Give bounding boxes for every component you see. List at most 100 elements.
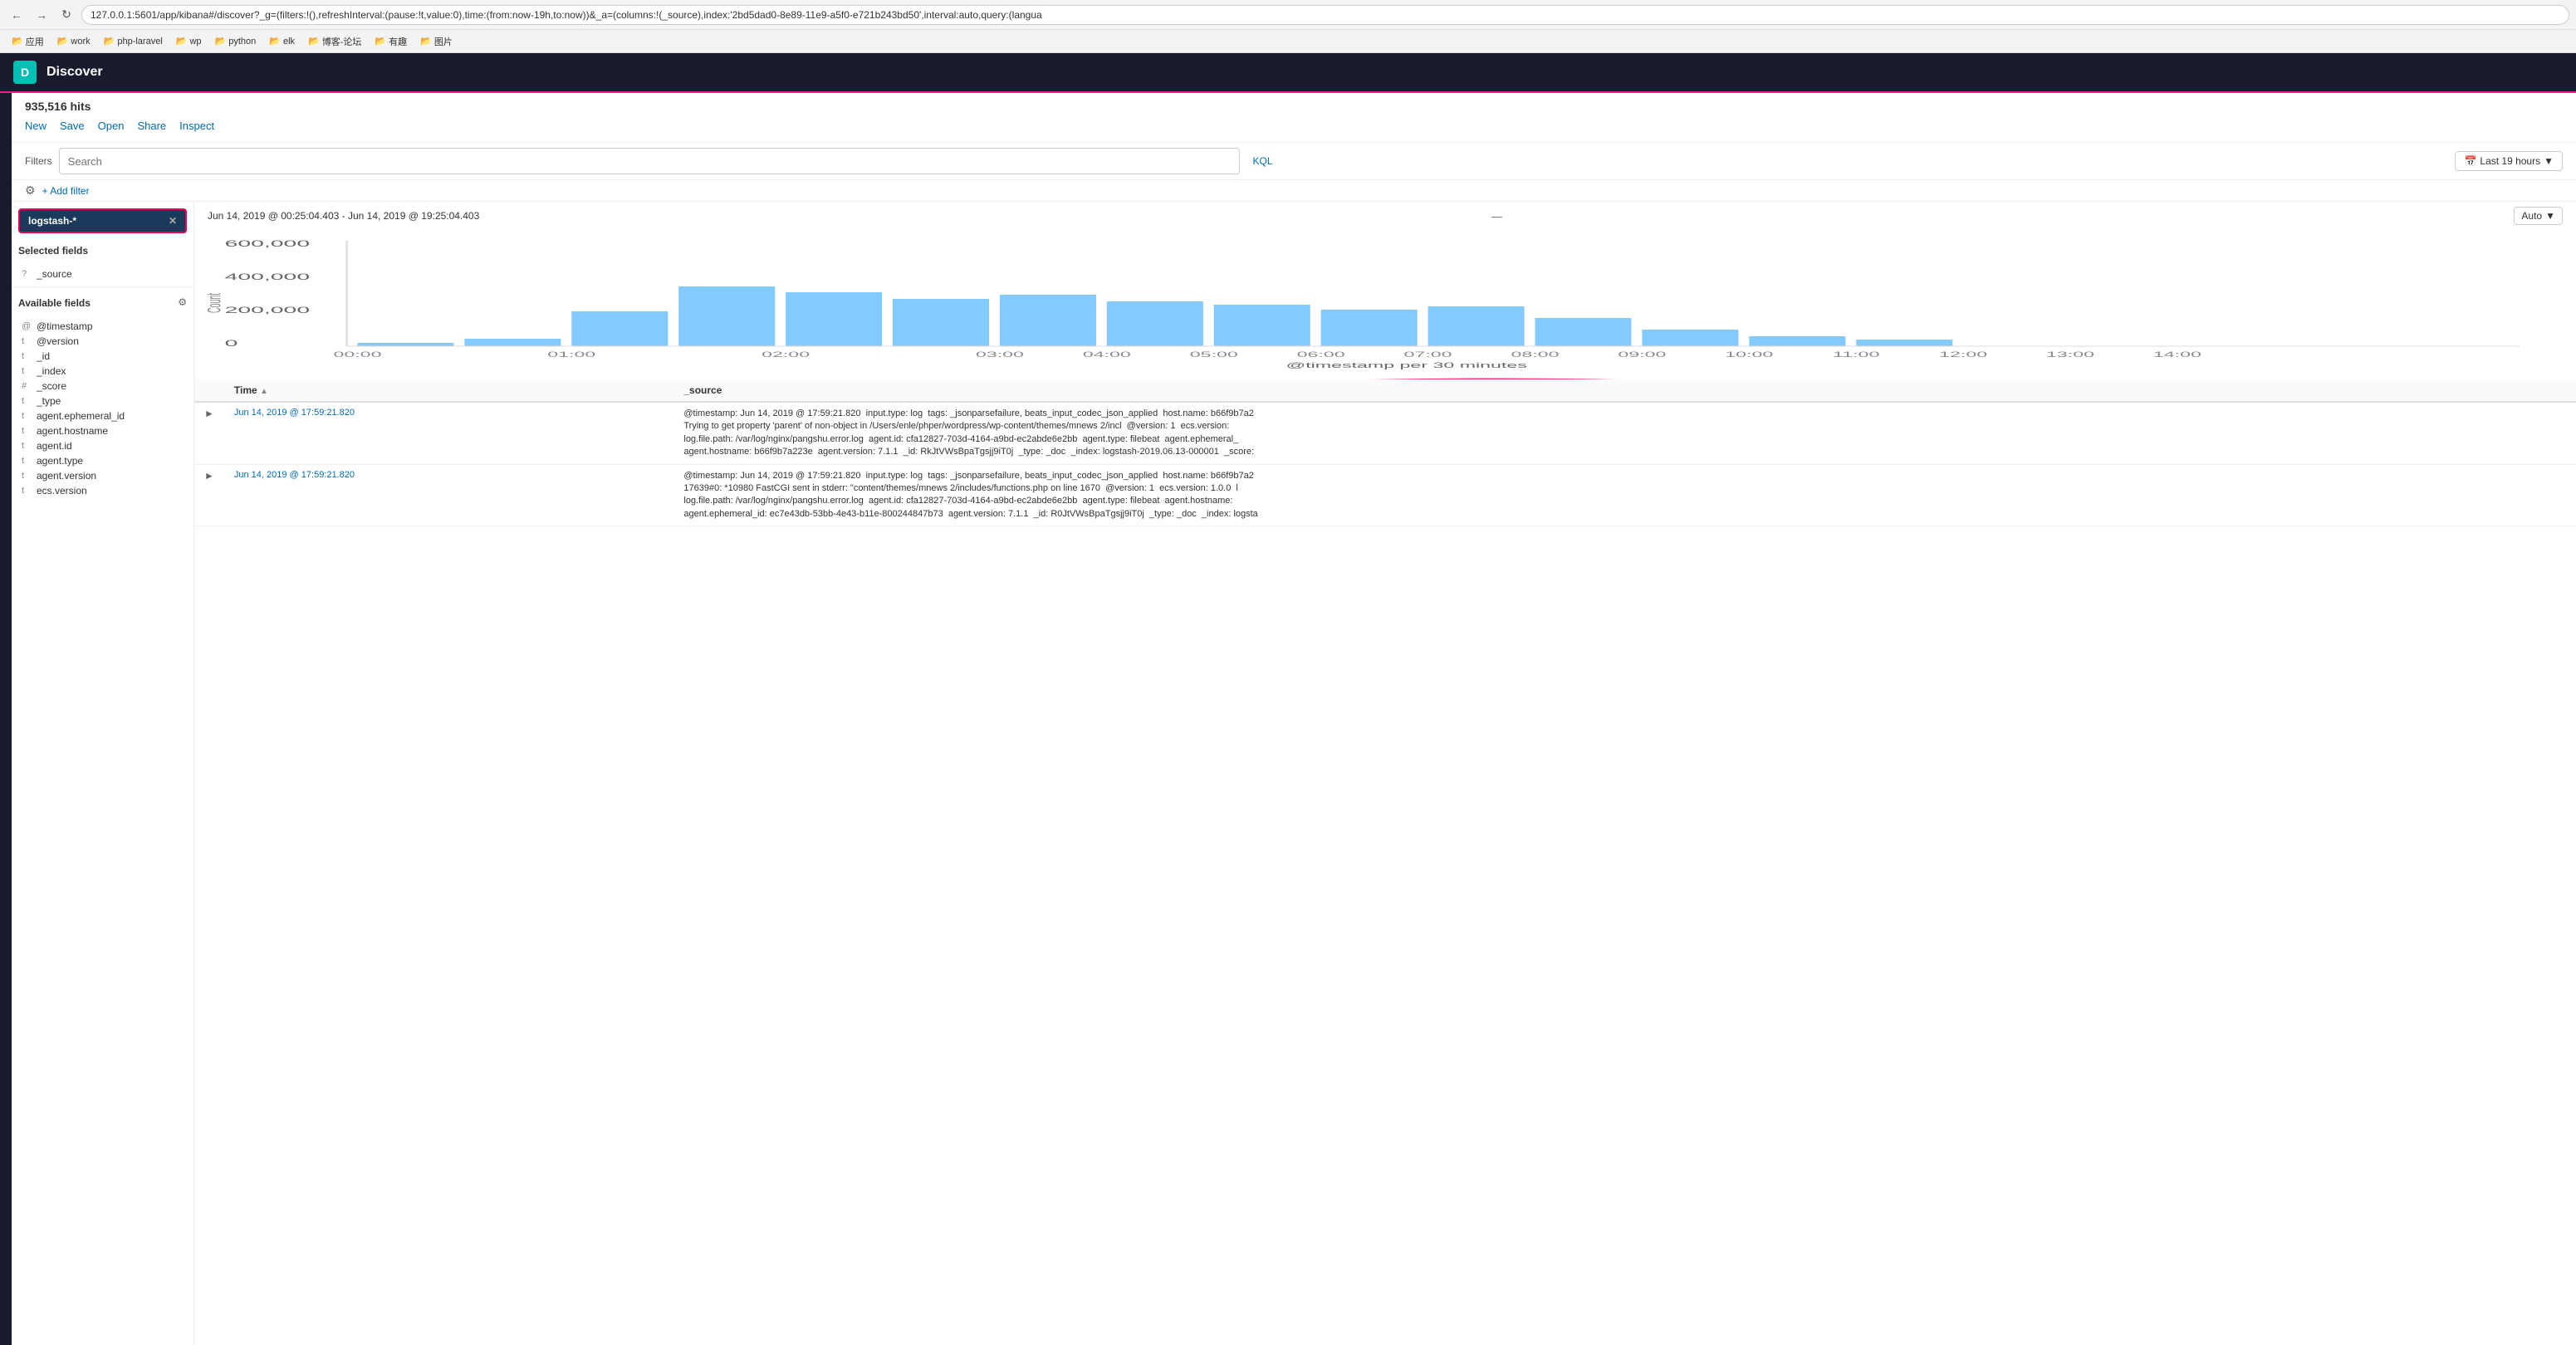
browser-nav-bar: ← → ↻ — [0, 0, 2576, 30]
url-bar[interactable] — [81, 5, 2569, 25]
filter-bar: Filters KQL 📅 Last 19 hours ▼ — [12, 143, 2576, 180]
bookmark-blog[interactable]: 📂博客-论坛 — [303, 33, 366, 50]
top-bar: 935,516 hits New Save Open Share Inspect — [12, 93, 2576, 143]
bookmark-fun[interactable]: 📂有趣 — [370, 33, 412, 50]
bookmark-elk[interactable]: 📂elk — [264, 34, 300, 48]
time-cell[interactable]: Jun 14, 2019 @ 17:59:21.820 — [224, 402, 673, 464]
sidebar: logstash-* ✕ Selected fields ? _source — [12, 202, 194, 1345]
available-fields-title: Available fields — [18, 297, 91, 309]
reload-button[interactable]: ↻ — [56, 5, 76, 25]
svg-text:06:00: 06:00 — [1297, 350, 1345, 359]
app-container: D Discover 935,516 hits New Save Open Sh… — [0, 53, 2576, 1345]
svg-text:08:00: 08:00 — [1511, 350, 1559, 359]
results-table: Time ▲ _source ► Jun 14, 2019 @ 17:59:21… — [194, 379, 2576, 1345]
left-nav — [0, 93, 12, 1345]
back-button[interactable]: ← — [7, 5, 27, 25]
bookmark-php[interactable]: 📂php-laravel — [99, 34, 168, 48]
svg-text:Count: Count — [208, 293, 225, 313]
browser-chrome: ← → ↻ 📂应用 📂work 📂php-laravel 📂wp 📂python… — [0, 0, 2576, 53]
search-input[interactable] — [59, 148, 1240, 174]
bookmark-python[interactable]: 📂python — [210, 34, 262, 48]
chart-container: 600,000 400,000 200,000 0 Count — [194, 230, 2576, 379]
field-name-label: _source — [37, 268, 184, 280]
date-range-label: Last 19 hours — [2480, 155, 2540, 167]
settings-row: ⚙ + Add filter — [12, 180, 2576, 202]
interval-select[interactable]: Auto ▼ — [2514, 207, 2563, 225]
inspect-button[interactable]: Inspect — [179, 120, 214, 132]
available-fields-section: @ @timestamp t @version t _id t — [12, 315, 193, 501]
svg-text:@timestamp per 30 minutes: @timestamp per 30 minutes — [1286, 361, 1527, 369]
kql-button[interactable]: KQL — [1246, 152, 1280, 170]
open-button[interactable]: Open — [98, 120, 125, 132]
field-agent-type[interactable]: t agent.type — [18, 453, 187, 468]
svg-text:600,000: 600,000 — [225, 238, 311, 248]
source-column-header[interactable]: _source — [673, 379, 2576, 402]
main-content: 935,516 hits New Save Open Share Inspect… — [12, 93, 2576, 1345]
available-fields-header: Available fields ⚙ — [12, 289, 193, 315]
field-agent-id[interactable]: t agent.id — [18, 438, 187, 453]
field-agent-version[interactable]: t agent.version — [18, 468, 187, 483]
bookmark-wp[interactable]: 📂wp — [171, 34, 207, 48]
app-header: D Discover — [0, 53, 2576, 93]
bookmark-apps[interactable]: 📂应用 — [7, 33, 49, 50]
svg-text:07:00: 07:00 — [1404, 350, 1452, 359]
svg-text:00:00: 00:00 — [333, 350, 381, 359]
index-pattern-clear-icon[interactable]: ✕ — [169, 215, 177, 227]
svg-text:03:00: 03:00 — [976, 350, 1024, 359]
row-expand-button-2[interactable]: ► — [204, 470, 214, 482]
field-type[interactable]: t _type — [18, 394, 187, 408]
selected-fields-section: ? _source — [12, 263, 193, 285]
field-version[interactable]: t @version — [18, 334, 187, 349]
svg-text:02:00: 02:00 — [762, 350, 810, 359]
svg-text:04:00: 04:00 — [1083, 350, 1131, 359]
field-id[interactable]: t _id — [18, 349, 187, 364]
source-text-2: @timestamp: Jun 14, 2019 @ 17:59:21.820 … — [683, 471, 1253, 481]
source-text-2b: 17639#0: *10980 FastCGI sent in stderr: … — [683, 483, 1238, 493]
table-row: ► Jun 14, 2019 @ 17:59:21.820 @timestamp… — [194, 402, 2576, 464]
table-body: ► Jun 14, 2019 @ 17:59:21.820 @timestamp… — [194, 402, 2576, 526]
new-button[interactable]: New — [25, 120, 47, 132]
chart-header: Jun 14, 2019 @ 00:25:04.403 - Jun 14, 20… — [194, 202, 2576, 230]
row-expand-button[interactable]: ► — [204, 408, 214, 419]
bookmarks-bar: 📂应用 📂work 📂php-laravel 📂wp 📂python 📂elk … — [0, 30, 2576, 53]
action-bar: New Save Open Share Inspect — [25, 120, 2563, 132]
field-timestamp[interactable]: @ @timestamp — [18, 319, 187, 334]
workspace: logstash-* ✕ Selected fields ? _source — [12, 202, 2576, 1345]
bookmark-pics[interactable]: 📂图片 — [415, 33, 458, 50]
source-cell-2: @timestamp: Jun 14, 2019 @ 17:59:21.820 … — [673, 464, 2576, 526]
field-ecs-version[interactable]: t ecs.version — [18, 483, 187, 498]
svg-text:400,000: 400,000 — [225, 271, 311, 281]
field-agent-hostname[interactable]: t agent.hostname — [18, 423, 187, 438]
add-filter-button[interactable]: + Add filter — [42, 185, 90, 197]
chevron-down-icon: ▼ — [2544, 155, 2554, 167]
svg-text:12:00: 12:00 — [1939, 350, 1987, 359]
field-score[interactable]: # _score — [18, 379, 187, 394]
time-column-header[interactable]: Time ▲ — [224, 379, 673, 402]
data-table: Time ▲ _source ► Jun 14, 2019 @ 17:59:21… — [194, 379, 2576, 526]
forward-button[interactable]: → — [32, 5, 51, 25]
svg-text:14:00: 14:00 — [2153, 350, 2201, 359]
table-row: ► Jun 14, 2019 @ 17:59:21.820 @timestamp… — [194, 464, 2576, 526]
interval-chevron-icon: ▼ — [2545, 210, 2555, 222]
kibana-logo: D — [13, 61, 37, 84]
index-pattern-box[interactable]: logstash-* ✕ — [18, 208, 187, 233]
date-picker-button[interactable]: 📅 Last 19 hours ▼ — [2455, 151, 2563, 171]
svg-text:10:00: 10:00 — [1725, 350, 1773, 359]
gear-icon[interactable]: ⚙ — [25, 183, 36, 198]
selected-field-source[interactable]: ? _source — [18, 267, 187, 281]
hits-count: 935,516 hits — [25, 100, 2563, 113]
field-index[interactable]: t _index — [18, 364, 187, 379]
interval-label: Auto — [2521, 210, 2542, 222]
source-text-1b: Trying to get property 'parent' of non-o… — [683, 421, 1229, 431]
save-button[interactable]: Save — [60, 120, 85, 132]
filters-label: Filters — [25, 155, 52, 167]
field-agent-ephemeral-id[interactable]: t agent.ephemeral_id — [18, 408, 187, 423]
source-text-1: @timestamp: Jun 14, 2019 @ 17:59:21.820 … — [683, 408, 1253, 418]
svg-text:01:00: 01:00 — [547, 350, 595, 359]
time-cell-2[interactable]: Jun 14, 2019 @ 17:59:21.820 — [224, 464, 673, 526]
table-header-row: Time ▲ _source — [194, 379, 2576, 402]
available-fields-gear-icon[interactable]: ⚙ — [178, 296, 187, 308]
time-sort-icon: ▲ — [260, 387, 268, 396]
bookmark-work[interactable]: 📂work — [52, 34, 95, 48]
share-button[interactable]: Share — [137, 120, 166, 132]
